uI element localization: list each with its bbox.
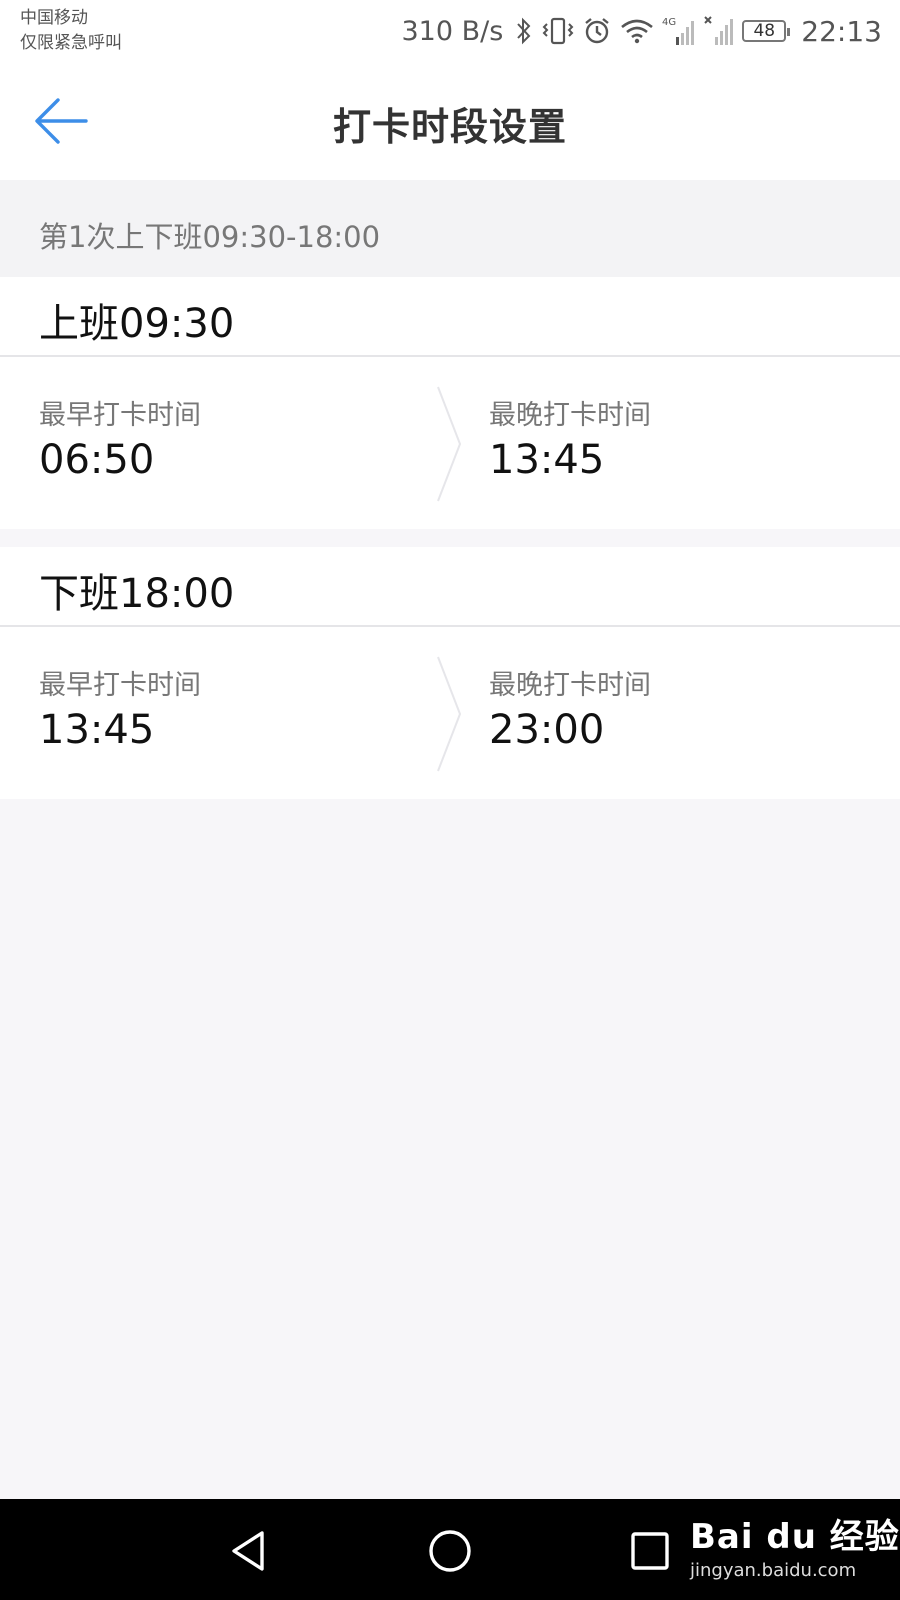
clock-in-title-row: 上班09:30 <box>0 277 900 357</box>
clock-in-title: 上班09:30 <box>39 301 235 347</box>
earliest-time-value: 06:50 <box>39 437 155 483</box>
earliest-label: 最早打卡时间 <box>39 400 201 431</box>
clock-out-title-row: 下班18:00 <box>0 547 900 627</box>
shift-section-header: 第1次上下班09:30-18:00 <box>0 180 900 277</box>
earliest-label: 最早打卡时间 <box>39 670 201 701</box>
status-bar: 中国移动 仅限紧急呼叫 310 B/s 4G 48 22:13 <box>0 0 900 62</box>
wifi-icon <box>621 19 654 44</box>
carrier-info: 中国移动 仅限紧急呼叫 <box>20 6 122 56</box>
status-icons: 310 B/s 4G 48 22:13 <box>401 12 882 50</box>
clock-out-title: 下班18:00 <box>39 571 235 617</box>
clock-in-range: 最早打卡时间 06:50 最晚打卡时间 13:45 <box>0 357 900 529</box>
clock-out-latest-selector[interactable]: 最晚打卡时间 23:00 <box>450 627 870 799</box>
latest-time-value: 23:00 <box>489 707 605 753</box>
clock-in-earliest-selector[interactable]: 最早打卡时间 06:50 <box>0 357 420 529</box>
home-circle-icon <box>429 1530 471 1572</box>
recents-square-icon <box>631 1532 669 1570</box>
nav-back-button[interactable] <box>222 1525 274 1577</box>
status-time: 22:13 <box>801 14 882 48</box>
nav-home-button[interactable] <box>424 1525 476 1577</box>
carrier-name: 中国移动 <box>20 8 88 28</box>
vibrate-icon <box>542 17 574 45</box>
clock-in-latest-selector[interactable]: 最晚打卡时间 13:45 <box>450 357 870 529</box>
baidu-jingyan-watermark: Bai du 经验 jingyan.baidu.com <box>690 1509 900 1581</box>
app-header: 打卡时段设置 <box>0 62 900 180</box>
page-title: 打卡时段设置 <box>332 105 567 149</box>
latest-label: 最晚打卡时间 <box>489 670 651 701</box>
nav-recents-button[interactable] <box>624 1525 676 1577</box>
earliest-time-value: 13:45 <box>39 707 155 753</box>
latest-label: 最晚打卡时间 <box>489 400 651 431</box>
clock-out-earliest-selector[interactable]: 最早打卡时间 13:45 <box>0 627 420 799</box>
alarm-icon <box>585 18 610 44</box>
clock-out-card: 下班18:00 最早打卡时间 13:45 最晚打卡时间 23:00 <box>0 547 900 799</box>
network-speed: 310 B/s <box>401 15 504 47</box>
system-nav-bar: Bai du 经验 jingyan.baidu.com <box>0 1499 900 1600</box>
clock-in-card: 上班09:30 最早打卡时间 06:50 最晚打卡时间 13:45 <box>0 277 900 529</box>
watermark-logo: Bai du 经验 <box>690 1517 900 1557</box>
clock-out-range: 最早打卡时间 13:45 最晚打卡时间 23:00 <box>0 627 900 799</box>
watermark-url: jingyan.baidu.com <box>690 1560 857 1581</box>
battery-icon: 48 <box>742 20 791 42</box>
signal-icon: 4G <box>662 17 695 45</box>
emergency-only-text: 仅限紧急呼叫 <box>20 33 122 53</box>
shift-section-title: 第1次上下班09:30-18:00 <box>39 220 381 254</box>
back-triangle-icon <box>232 1531 264 1571</box>
no-signal-icon <box>704 16 734 45</box>
battery-level: 48 <box>753 21 776 41</box>
network-type-label: 4G <box>662 17 676 28</box>
bluetooth-icon <box>517 17 531 45</box>
latest-time-value: 13:45 <box>489 437 605 483</box>
